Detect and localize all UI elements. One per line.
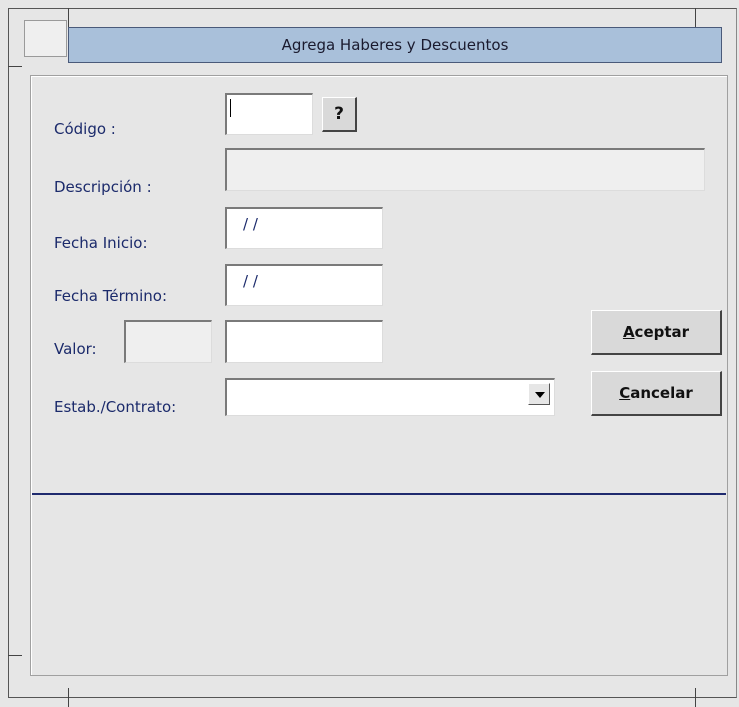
aceptar-mnemonic: A	[622, 323, 635, 341]
fecha-termino-label: Fecha Término:	[54, 287, 168, 305]
valor-label: Valor:	[54, 340, 97, 358]
dialog-title: Agrega Haberes y Descuentos	[68, 27, 722, 63]
window-corner-box	[24, 20, 67, 57]
grid-line	[695, 688, 696, 707]
grid-line	[68, 8, 69, 28]
codigo-label: Código :	[54, 120, 116, 138]
grid-line	[695, 8, 696, 28]
valor-amount-input[interactable]	[225, 320, 383, 363]
descripcion-input[interactable]	[225, 148, 705, 191]
cancelar-label: ancelar	[630, 384, 693, 402]
aceptar-label: ceptar	[634, 323, 690, 341]
grid-line	[68, 688, 69, 707]
fecha-termino-input[interactable]: / /	[225, 264, 383, 306]
dropdown-button[interactable]	[528, 383, 550, 405]
cancelar-button[interactable]: Cancelar	[591, 371, 722, 416]
valor-code-input[interactable]	[124, 320, 212, 363]
grid-line	[8, 66, 22, 67]
estab-contrato-select[interactable]	[225, 378, 555, 416]
descripcion-label: Descripción :	[54, 178, 152, 196]
grid-line	[8, 655, 22, 656]
codigo-lookup-button[interactable]: ?	[322, 97, 357, 132]
fecha-inicio-input[interactable]: / /	[225, 207, 383, 249]
cancelar-mnemonic: C	[619, 384, 631, 402]
codigo-input[interactable]	[225, 93, 313, 135]
fecha-inicio-label: Fecha Inicio:	[54, 234, 148, 252]
text-caret	[230, 99, 231, 117]
section-divider	[32, 493, 726, 495]
estab-contrato-label: Estab./Contrato:	[54, 398, 177, 416]
aceptar-button[interactable]: Aceptar	[591, 310, 722, 355]
chevron-down-icon	[535, 392, 545, 398]
